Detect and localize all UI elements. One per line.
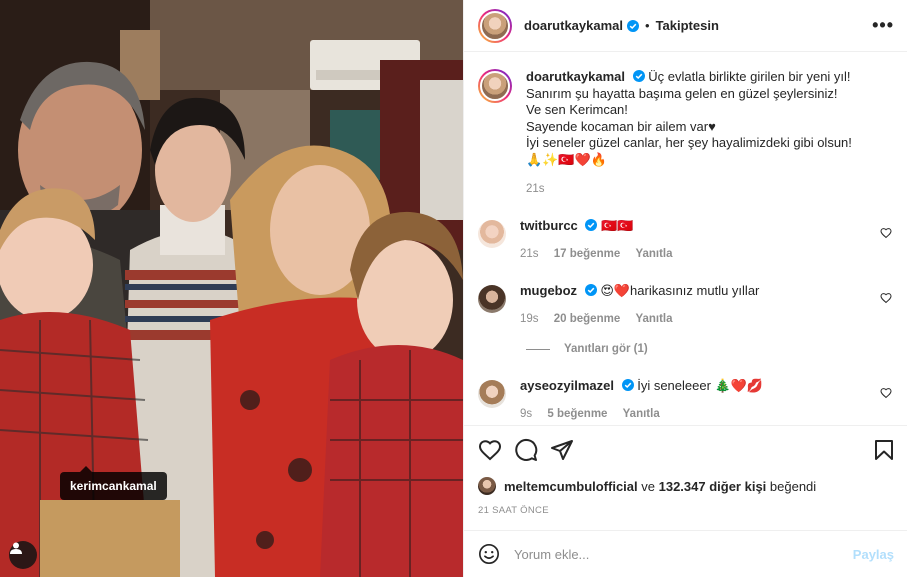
like-comment-heart-icon[interactable] <box>880 227 892 239</box>
author-username[interactable]: doarutkaykamal <box>524 18 623 33</box>
replies-divider <box>526 348 550 350</box>
comment-text: 😍❤️harikasınız mutlu yıllar <box>600 283 760 298</box>
caption-username[interactable]: doarutkaykamal <box>526 69 625 84</box>
caption-avatar[interactable] <box>478 69 512 103</box>
comment-time[interactable]: 21s <box>520 248 539 260</box>
post-details-panel: doarutkaykamal • Takiptesin ••• doarutka… <box>463 0 907 577</box>
comment-input[interactable] <box>514 546 853 562</box>
liked-by: meltemcumbulofficial ve 132.347 diğer ki… <box>478 477 816 495</box>
commenter-avatar[interactable] <box>478 380 506 408</box>
caption-line: Sayende kocaman bir ailem var♥ <box>526 118 716 134</box>
follow-state-button[interactable]: Takiptesin <box>656 18 719 33</box>
commenter-avatar[interactable] <box>478 220 506 248</box>
liked-by-suffix: beğendi <box>766 478 817 494</box>
verified-badge-icon <box>585 219 598 231</box>
caption-time[interactable]: 21s <box>526 181 886 198</box>
tagged-users-button[interactable] <box>9 541 37 569</box>
post-header: doarutkaykamal • Takiptesin ••• <box>464 0 907 52</box>
header-separator: • <box>645 18 650 33</box>
view-replies-button[interactable]: Yanıtları gör (1) <box>526 343 648 355</box>
verified-badge-icon <box>621 379 634 391</box>
comment-icon[interactable] <box>514 438 538 462</box>
heart-icon[interactable] <box>478 438 502 462</box>
comment-item: twitburcc 🇹🇷🇹🇷 21s 17 beğenme Yanıtla <box>478 217 898 263</box>
caption-line: İyi seneler güzel canlar, her şey hayali… <box>526 135 852 150</box>
reply-button[interactable]: Yanıtla <box>623 408 660 420</box>
comments-list[interactable]: doarutkaykamal Üç evlatla birlikte giril… <box>464 53 907 425</box>
post-caption: doarutkaykamal Üç evlatla birlikte giril… <box>478 69 886 198</box>
comment-time[interactable]: 9s <box>520 408 532 420</box>
like-comment-heart-icon[interactable] <box>880 292 892 304</box>
post-comment-button[interactable]: Paylaş <box>853 547 894 562</box>
verified-badge-icon <box>627 19 639 32</box>
user-icon <box>10 542 22 554</box>
like-comment-heart-icon[interactable] <box>880 387 892 399</box>
view-replies-label[interactable]: Yanıtları gör (1) <box>564 343 648 355</box>
caption-line: 🙏✨🇹🇷❤️🔥 <box>526 151 607 167</box>
liker-avatar[interactable] <box>478 477 496 495</box>
share-icon[interactable] <box>550 438 574 462</box>
verified-badge-icon <box>584 284 597 296</box>
commenter-username[interactable]: ayseozyilmazel <box>520 378 614 393</box>
user-tag-label[interactable]: kerimcankamal <box>60 466 167 500</box>
emoji-icon[interactable] <box>478 543 500 565</box>
comment-item: ayseozyilmazel İyi seneleeer 🎄❤️💋 9s 5 b… <box>478 377 898 423</box>
caption-line: Sanırım şu hayatta başıma gelen en güzel… <box>526 85 838 101</box>
post-timestamp[interactable]: 21 SAAT ÖNCE <box>478 505 549 516</box>
post-photo[interactable]: kerimcankamal <box>0 0 463 577</box>
author-avatar[interactable] <box>478 8 512 43</box>
liker-username[interactable]: meltemcumbulofficial <box>504 479 638 494</box>
liked-by-mid: ve <box>637 478 659 494</box>
comment-likes[interactable]: 5 beğenme <box>547 408 607 420</box>
comment-text: İyi seneleeer 🎄❤️💋 <box>637 378 764 393</box>
comment-item: mugeboz 😍❤️harikasınız mutlu yıllar 19s … <box>478 282 898 328</box>
post-actions: meltemcumbulofficial ve 132.347 diğer ki… <box>464 425 907 530</box>
comment-likes[interactable]: 17 beğenme <box>554 248 620 260</box>
add-comment-bar: Paylaş <box>464 530 907 577</box>
comment-likes[interactable]: 20 beğenme <box>554 313 620 325</box>
reply-button[interactable]: Yanıtla <box>635 248 672 260</box>
reply-button[interactable]: Yanıtla <box>635 313 672 325</box>
bookmark-icon[interactable] <box>872 438 896 462</box>
commenter-avatar[interactable] <box>478 285 506 313</box>
more-options-icon[interactable]: ••• <box>872 16 894 34</box>
commenter-username[interactable]: twitburcc <box>520 218 578 233</box>
likes-count-link[interactable]: 132.347 diğer kişi <box>659 479 767 494</box>
caption-line: Üç evlatla birlikte girilen bir yeni yıl… <box>648 69 851 84</box>
comment-text: 🇹🇷🇹🇷 <box>601 218 634 233</box>
verified-badge-icon <box>632 70 645 82</box>
comment-time[interactable]: 19s <box>520 313 539 325</box>
commenter-username[interactable]: mugeboz <box>520 283 577 298</box>
caption-line: Ve sen Kerimcan! <box>526 102 628 117</box>
